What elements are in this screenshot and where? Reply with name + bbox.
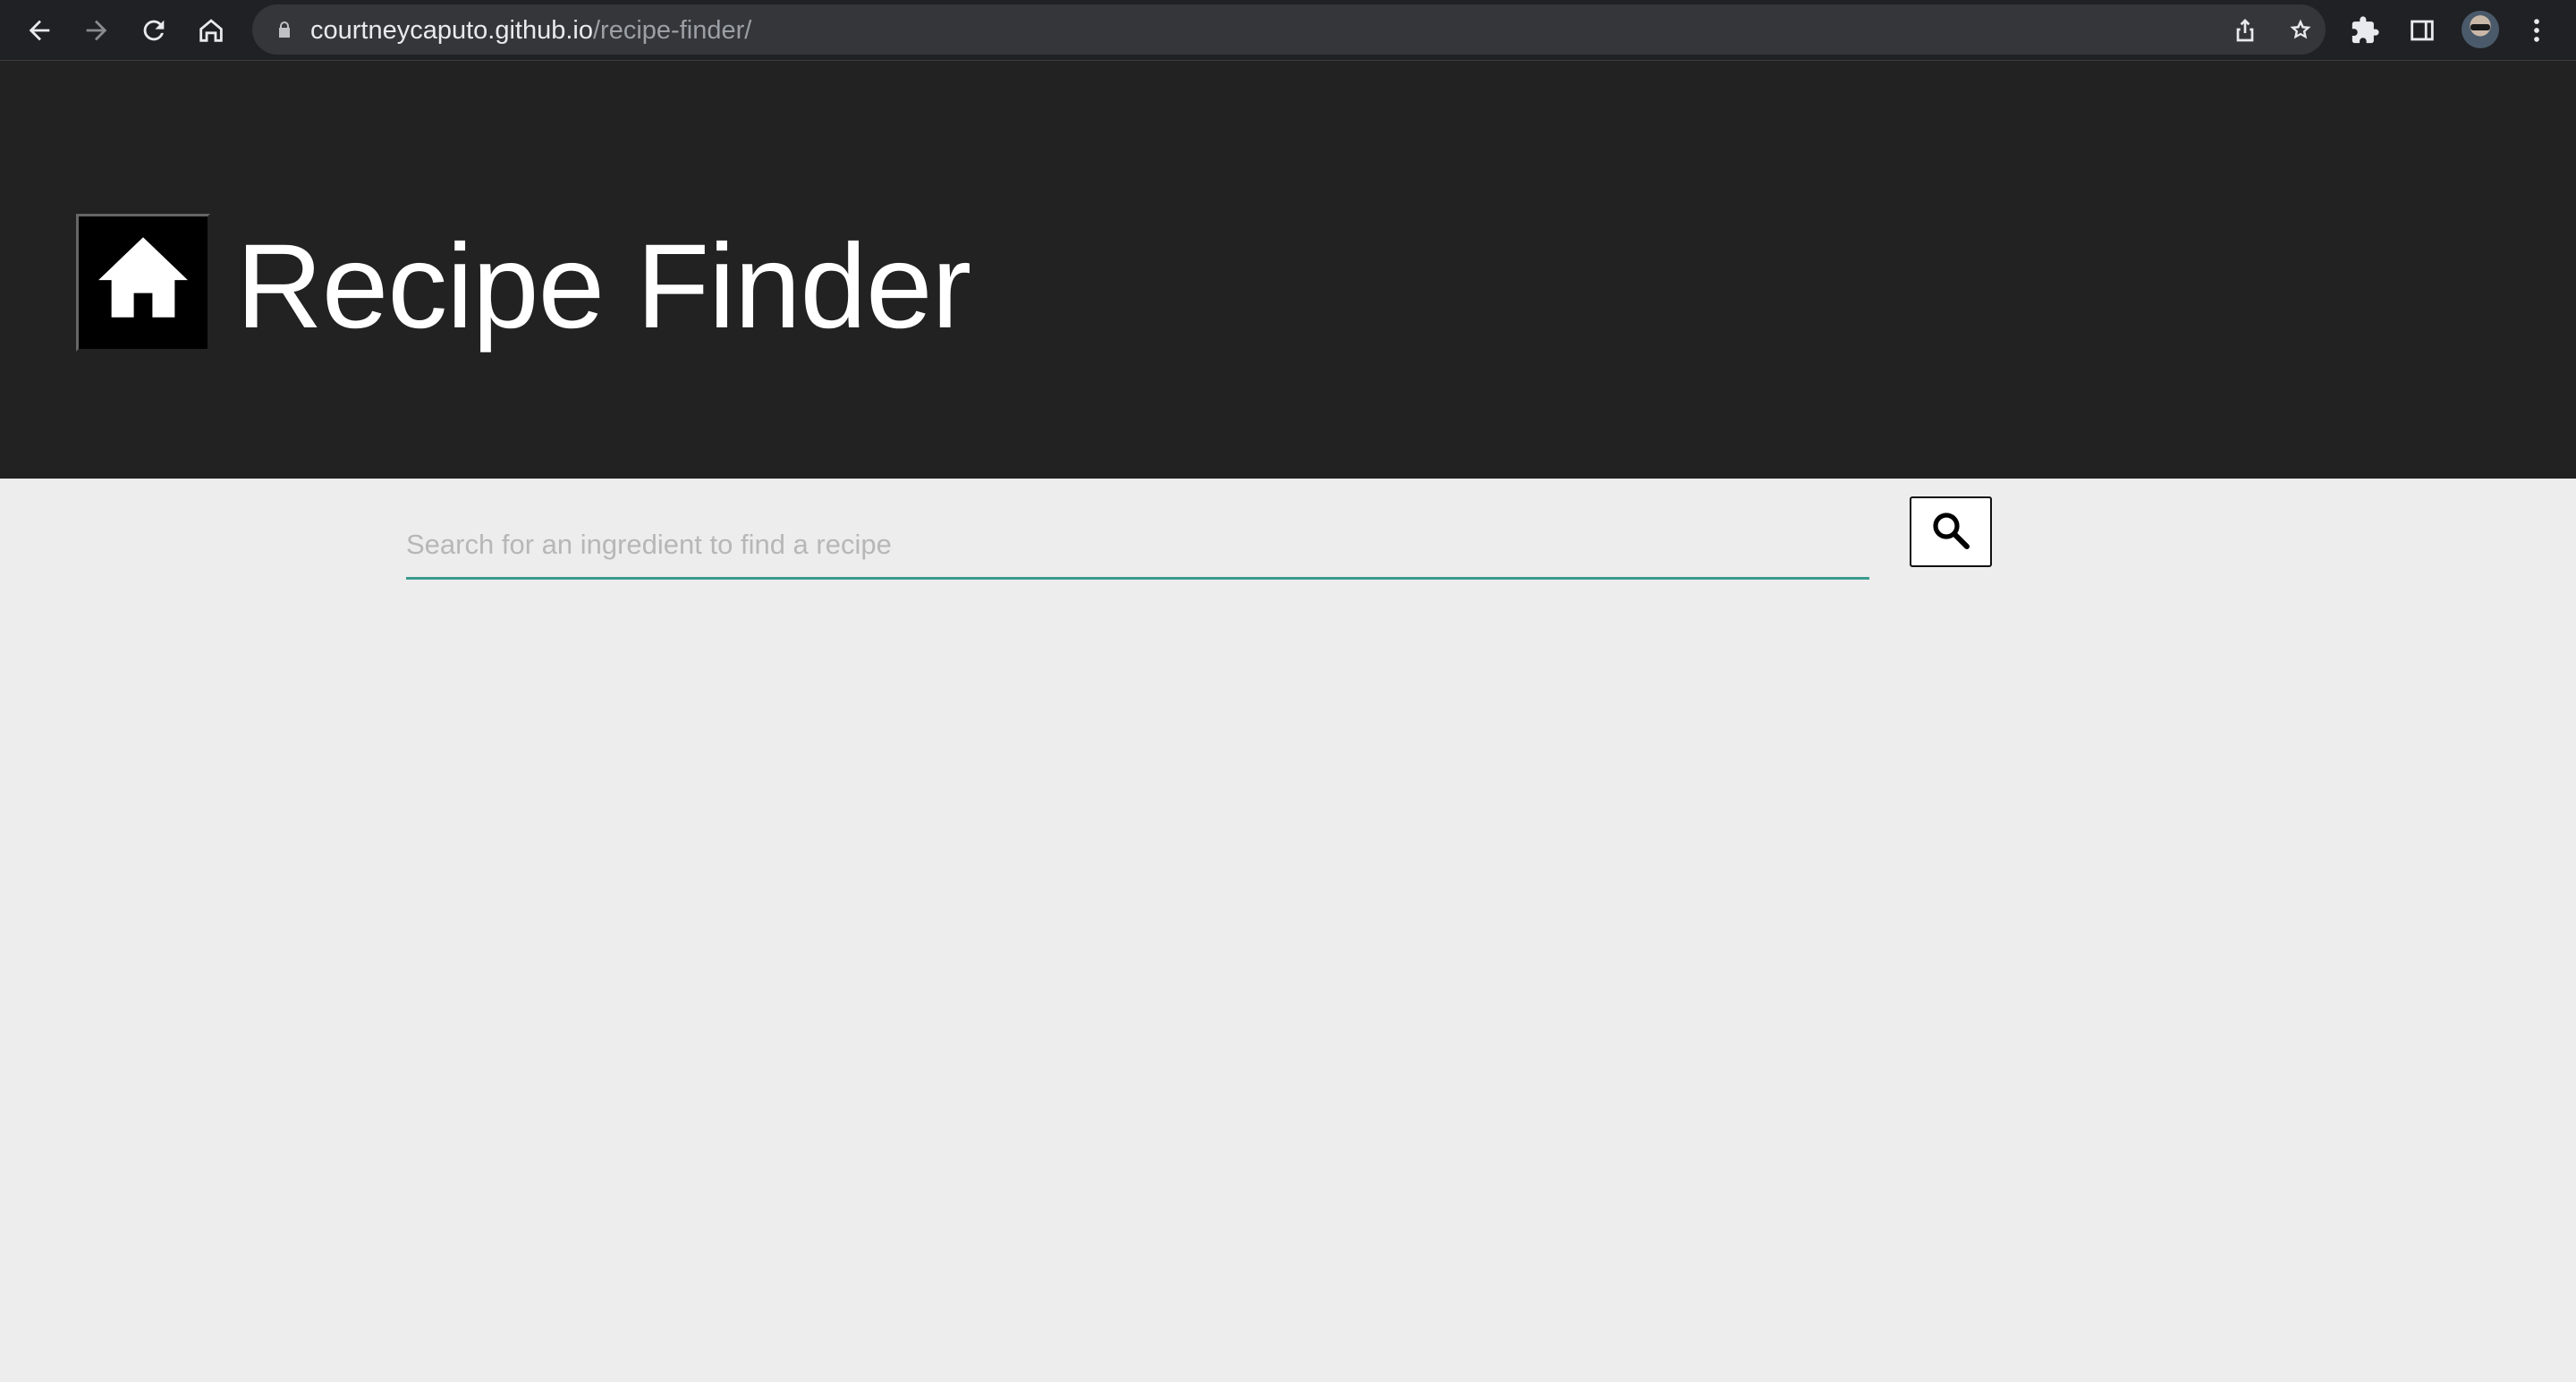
back-arrow-icon	[29, 20, 50, 41]
puzzle-icon	[2351, 16, 2379, 44]
home-link[interactable]	[76, 214, 210, 352]
site-header: Recipe Finder	[0, 61, 2576, 479]
extensions-button[interactable]	[2343, 9, 2386, 52]
url-path: /recipe-finder/	[593, 16, 752, 45]
reload-icon	[143, 20, 165, 41]
page-title: Recipe Finder	[236, 220, 971, 353]
home-icon	[98, 237, 188, 318]
search-input[interactable]	[406, 512, 1869, 580]
forward-arrow-icon	[86, 20, 107, 41]
kebab-menu-icon	[2534, 19, 2539, 42]
magnifier-icon	[1933, 512, 1970, 549]
reload-button[interactable]	[132, 9, 175, 52]
avatar-glasses	[2470, 24, 2490, 30]
browser-menu-button[interactable]	[2515, 9, 2558, 52]
address-bar[interactable]: courtneycaputo.github.io/recipe-finder/	[252, 4, 2326, 55]
url-host: courtneycaputo.github.io	[310, 16, 593, 45]
avatar[interactable]	[2462, 11, 2499, 48]
home-icon	[199, 19, 223, 42]
lock-icon[interactable]	[274, 19, 295, 40]
browser-toolbar: courtneycaputo.github.io/recipe-finder/	[0, 0, 2576, 61]
forward-button[interactable]	[75, 9, 118, 52]
share-icon[interactable]	[2231, 15, 2259, 44]
back-button[interactable]	[18, 9, 61, 52]
side-panel-icon	[2411, 20, 2434, 41]
side-panel-button[interactable]	[2401, 9, 2444, 52]
home-button[interactable]	[190, 9, 233, 52]
url-text[interactable]: courtneycaputo.github.io/recipe-finder/	[310, 16, 751, 45]
search-button[interactable]	[1910, 496, 1992, 567]
star-icon[interactable]	[2286, 15, 2315, 44]
